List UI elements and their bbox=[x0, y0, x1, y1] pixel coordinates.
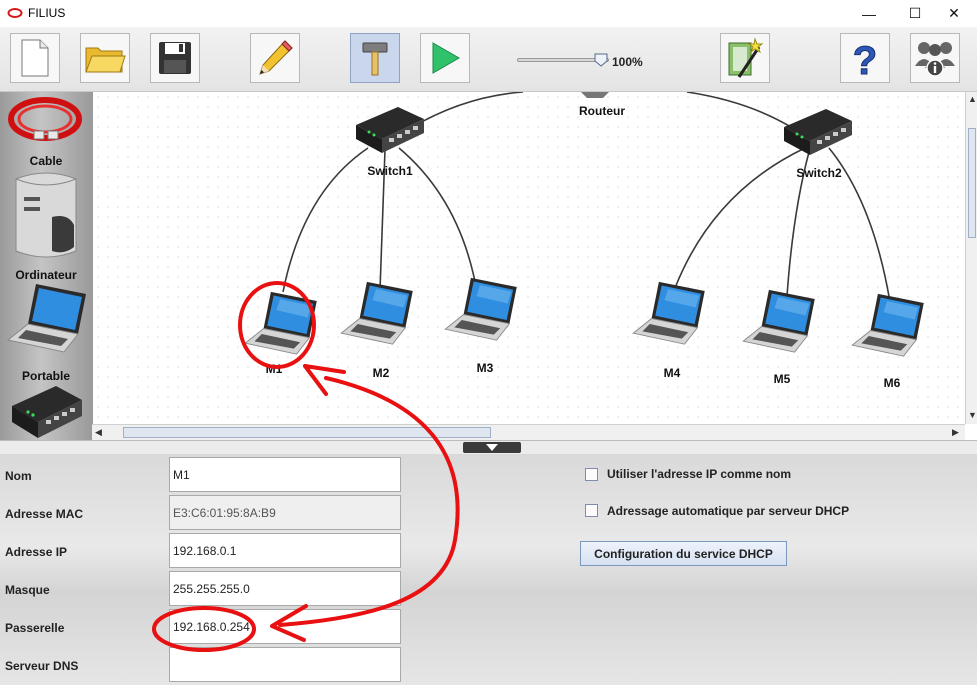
palette-label-laptop: Portable bbox=[21, 369, 70, 383]
build-mode-button[interactable] bbox=[350, 33, 400, 83]
masque-field[interactable] bbox=[169, 571, 401, 606]
server-icon bbox=[15, 172, 77, 258]
laptop-m5-label: M5 bbox=[773, 372, 791, 386]
laptop-m1-label: M1 bbox=[265, 362, 283, 376]
zoom-slider[interactable] bbox=[517, 53, 609, 67]
switch2-label: Switch2 bbox=[796, 166, 842, 180]
laptop-m4-icon[interactable] bbox=[631, 280, 707, 346]
switch1-icon[interactable] bbox=[354, 105, 426, 155]
palette-item-laptop[interactable]: Portable bbox=[0, 282, 92, 383]
filius-logo-icon bbox=[7, 8, 23, 18]
mac-label: Adresse MAC bbox=[5, 507, 84, 521]
laptop-m3-label: M3 bbox=[476, 361, 494, 375]
laptop-m4-label: M4 bbox=[663, 366, 681, 380]
canvas-vertical-scrollbar[interactable]: ▲ ▼ bbox=[965, 92, 977, 424]
help-button[interactable]: ? bbox=[840, 33, 890, 83]
svg-text:?: ? bbox=[853, 39, 877, 79]
save-button[interactable] bbox=[150, 33, 200, 83]
link-switch1-m1 bbox=[282, 147, 369, 293]
play-icon bbox=[432, 42, 461, 74]
mac-field bbox=[169, 495, 401, 530]
link-switch2-m4 bbox=[674, 147, 806, 289]
pencil-icon bbox=[259, 40, 293, 75]
palette-item-cable[interactable]: Cable bbox=[0, 92, 92, 172]
use-ip-as-name-checkbox[interactable] bbox=[585, 468, 598, 481]
masque-label: Masque bbox=[5, 583, 50, 597]
cable-icon bbox=[8, 97, 82, 141]
palette-item-switch[interactable] bbox=[0, 382, 92, 440]
scroll-right-arrow-icon[interactable]: ▶ bbox=[952, 427, 959, 438]
new-file-button[interactable] bbox=[10, 33, 60, 83]
window-title: FILIUS bbox=[28, 6, 66, 20]
help-icon: ? bbox=[852, 39, 877, 80]
horizontal-scroll-thumb[interactable] bbox=[123, 427, 491, 438]
info-icon bbox=[915, 42, 955, 77]
dhcp-auto-label: Adressage automatique par serveur DHCP bbox=[607, 504, 850, 518]
dhcp-config-button[interactable]: Configuration du service DHCP bbox=[580, 541, 787, 566]
zoom-thumb[interactable] bbox=[594, 53, 608, 67]
nom-label: Nom bbox=[5, 469, 32, 483]
dns-field[interactable] bbox=[169, 647, 401, 682]
collapse-panel-handle[interactable] bbox=[463, 442, 521, 453]
panel-splitter[interactable] bbox=[0, 440, 977, 454]
network-canvas[interactable]: Routeur Switch1 Switch2 M1 M2 M3 M4 M5 M… bbox=[92, 92, 965, 424]
palette-label-cable: Cable bbox=[29, 154, 63, 168]
chevron-down-icon bbox=[486, 444, 498, 451]
canvas-horizontal-scrollbar[interactable]: ◀ ▶ bbox=[92, 424, 965, 440]
properties-panel bbox=[0, 454, 977, 685]
palette-item-computer[interactable]: Ordinateur bbox=[0, 172, 92, 282]
passerelle-field[interactable] bbox=[169, 609, 401, 644]
laptop-m1-icon[interactable] bbox=[243, 290, 319, 356]
title-bar: FILIUS — ☐ ✕ bbox=[0, 0, 977, 27]
about-button[interactable] bbox=[910, 33, 960, 83]
passerelle-label: Passerelle bbox=[5, 621, 65, 635]
scroll-down-arrow-icon[interactable]: ▼ bbox=[968, 410, 977, 420]
zoom-level: 100% bbox=[612, 55, 643, 69]
open-button[interactable] bbox=[80, 33, 130, 83]
toolbar: 100% ? bbox=[0, 27, 977, 92]
laptop-m2-icon[interactable] bbox=[339, 280, 415, 346]
router-label: Routeur bbox=[579, 104, 625, 118]
laptop-m6-label: M6 bbox=[883, 376, 901, 390]
open-folder-icon bbox=[85, 47, 126, 73]
wizard-icon bbox=[728, 37, 764, 78]
close-button[interactable]: ✕ bbox=[931, 0, 977, 27]
laptop-m3-icon[interactable] bbox=[443, 276, 519, 342]
wizard-button[interactable] bbox=[720, 33, 770, 83]
laptop-m5-icon[interactable] bbox=[741, 288, 817, 354]
scroll-left-arrow-icon[interactable]: ◀ bbox=[95, 427, 102, 438]
scroll-up-arrow-icon[interactable]: ▲ bbox=[968, 94, 977, 104]
vertical-scroll-thumb[interactable] bbox=[968, 128, 976, 238]
dhcp-auto-checkbox[interactable] bbox=[585, 504, 598, 517]
nom-field[interactable] bbox=[169, 457, 401, 492]
minimize-button[interactable]: — bbox=[846, 0, 892, 27]
new-file-icon bbox=[21, 39, 49, 77]
simulation-mode-button[interactable] bbox=[420, 33, 470, 83]
laptop-m6-icon[interactable] bbox=[850, 292, 926, 358]
use-ip-as-name-label: Utiliser l'adresse IP comme nom bbox=[607, 467, 792, 481]
ip-label: Adresse IP bbox=[5, 545, 68, 559]
laptop-m2-label: M2 bbox=[372, 366, 390, 380]
ip-field[interactable] bbox=[169, 533, 401, 568]
switch-icon bbox=[12, 386, 82, 438]
router-icon[interactable] bbox=[573, 92, 617, 100]
laptop-icon bbox=[6, 284, 86, 353]
switch1-label: Switch1 bbox=[367, 164, 413, 178]
switch2-icon[interactable] bbox=[782, 107, 854, 157]
save-icon bbox=[159, 42, 191, 74]
component-palette: Cable Ordinateur Portable bbox=[0, 92, 92, 440]
hammer-icon bbox=[362, 42, 388, 76]
dns-label: Serveur DNS bbox=[5, 659, 79, 673]
palette-label-computer: Ordinateur bbox=[15, 268, 77, 282]
design-mode-button[interactable] bbox=[250, 33, 300, 83]
